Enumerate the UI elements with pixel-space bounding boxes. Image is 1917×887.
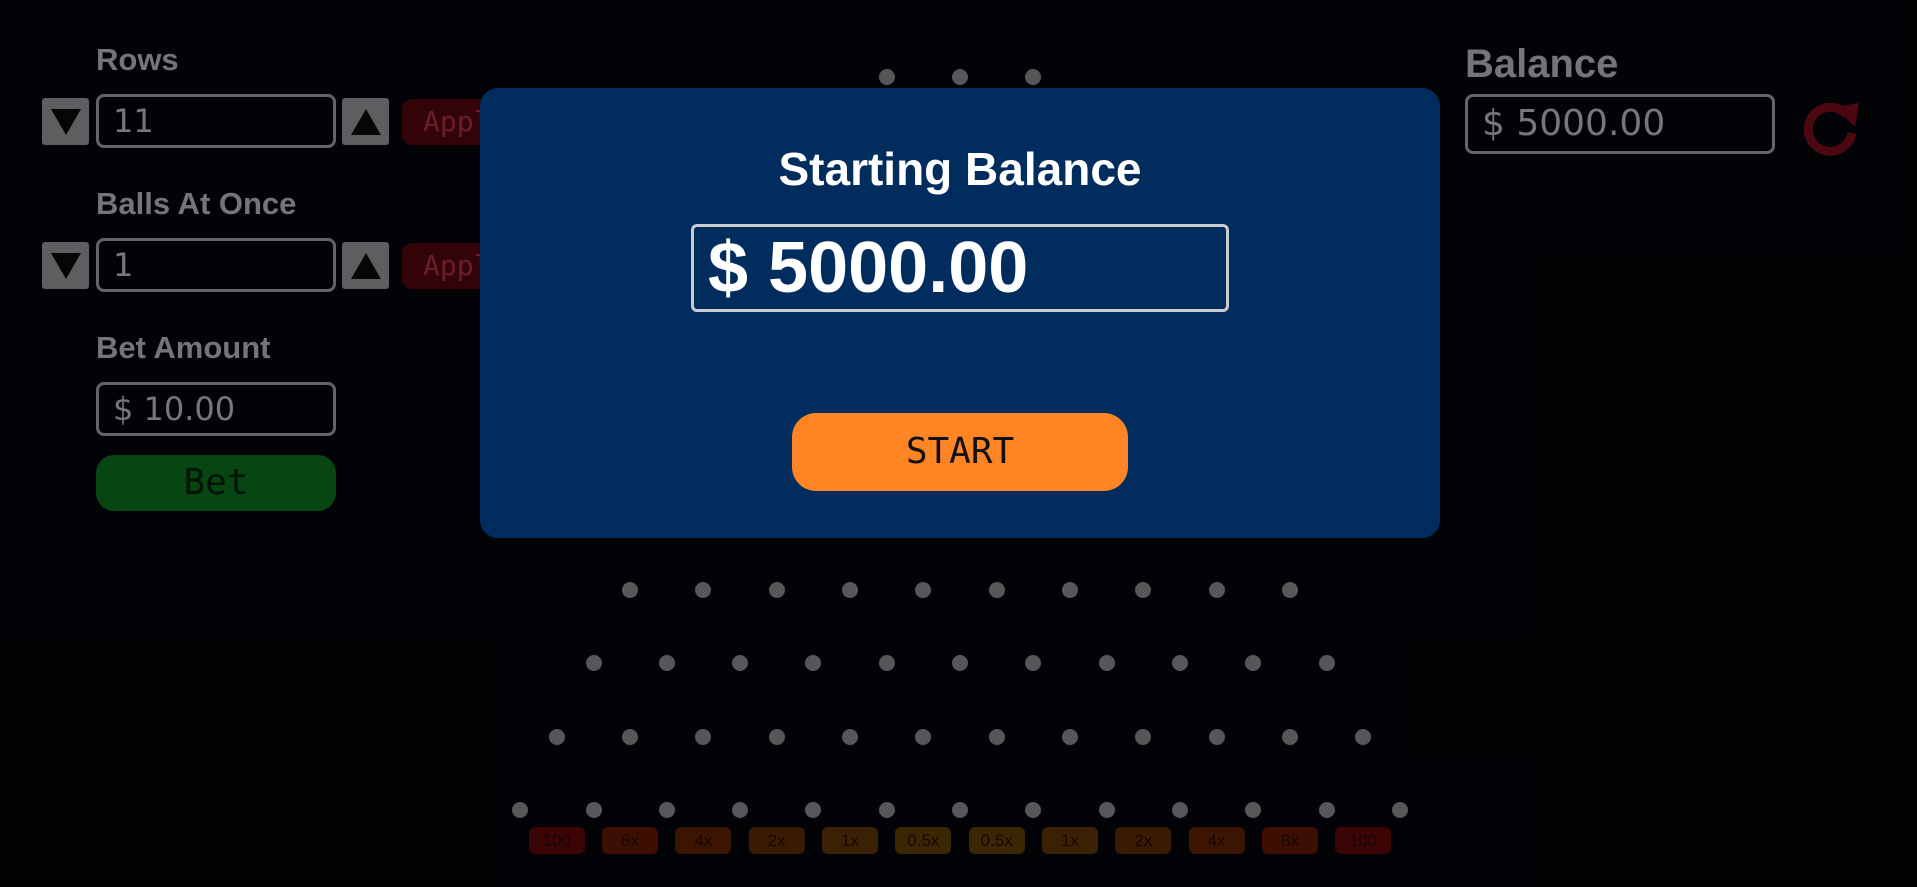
starting-balance-dialog: Starting Balance $ 5000.00 START bbox=[480, 88, 1440, 538]
game-screen: Rows 11 Apply Balls At Once 1 Apply Bet … bbox=[0, 0, 1917, 887]
start-button[interactable]: START bbox=[792, 413, 1128, 491]
dialog-title: Starting Balance bbox=[778, 143, 1142, 195]
starting-balance-input[interactable]: $ 5000.00 bbox=[691, 224, 1229, 312]
